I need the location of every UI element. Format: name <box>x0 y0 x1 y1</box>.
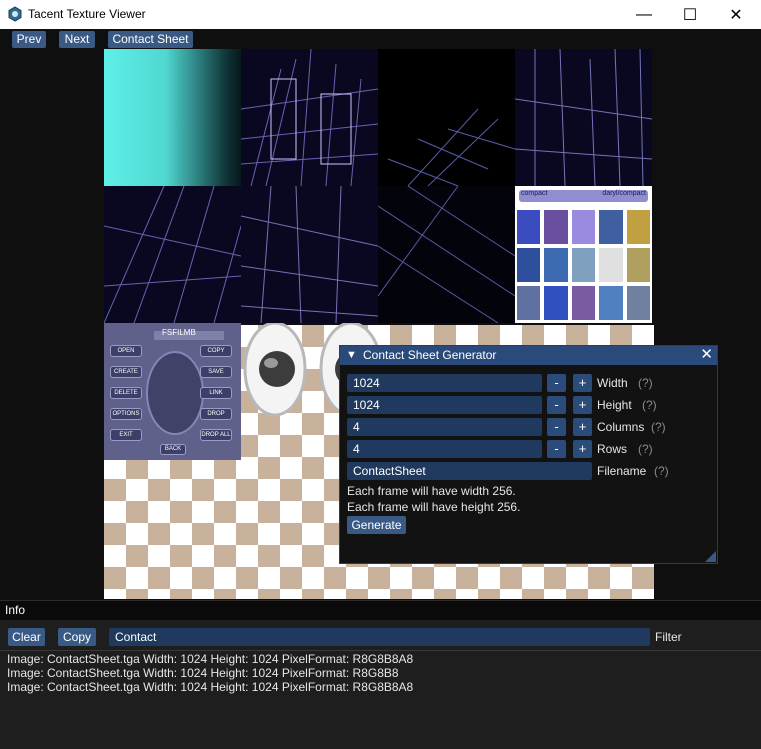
height-decrement-button[interactable]: - <box>547 396 566 414</box>
filename-help[interactable]: (?) <box>654 462 669 480</box>
atlas-tile-grid <box>378 49 515 186</box>
height-help[interactable]: (?) <box>642 396 657 414</box>
contact-sheet-dialog: ▼ Contact Sheet Generator ✕ 1024 - + Wid… <box>339 345 718 564</box>
columns-label: Columns <box>597 420 645 434</box>
menu-button-exit: EXIT <box>110 429 142 441</box>
menu-button-save: SAVE <box>200 366 232 378</box>
width-increment-button[interactable]: + <box>573 374 592 392</box>
menu-button-open: OPEN <box>110 345 142 357</box>
resize-grip-icon[interactable] <box>705 551 716 562</box>
atlas-tile-menu: FSFILMB OPEN COPY CREATE SAVE DELETE LIN… <box>104 323 241 460</box>
width-help[interactable]: (?) <box>638 374 653 392</box>
menu-button-copy: COPY <box>200 345 232 357</box>
columns-help[interactable]: (?) <box>651 418 666 436</box>
collapse-arrow-icon[interactable]: ▼ <box>346 346 357 365</box>
dialog-title-bar[interactable]: ▼ Contact Sheet Generator ✕ <box>340 346 717 365</box>
atlas-tile-city <box>241 49 378 186</box>
filename-label: Filename <box>597 464 647 478</box>
menu-button-drop: DROP <box>200 408 232 420</box>
thumbnail-header-left: compact <box>521 190 548 197</box>
columns-decrement-button[interactable]: - <box>547 418 566 436</box>
rows-increment-button[interactable]: + <box>573 440 592 458</box>
width-decrement-button[interactable]: - <box>547 374 566 392</box>
log-line: Image: ContactSheet.tga Width: 1024 Heig… <box>7 666 399 680</box>
frame-height-message: Each frame will have height 256. <box>347 500 521 514</box>
prev-button[interactable]: Prev <box>12 31 46 48</box>
columns-input[interactable]: 4 <box>347 418 542 436</box>
next-button[interactable]: Next <box>59 31 95 48</box>
thumbnail-header-right: daryl/compact <box>602 190 646 197</box>
minimize-button[interactable]: — <box>621 0 667 29</box>
atlas-tile-city-2 <box>104 186 241 323</box>
contact-sheet-button[interactable]: Contact Sheet <box>108 31 193 48</box>
maximize-button[interactable]: ☐ <box>667 0 713 29</box>
thumbnail-grid <box>517 210 650 320</box>
dialog-close-icon[interactable]: ✕ <box>700 346 713 364</box>
atlas-tile-grid-2 <box>378 186 515 323</box>
filter-label: Filter <box>655 630 682 644</box>
info-panel: Clear Copy Contact Filter Image: Contact… <box>0 620 761 749</box>
height-label: Height <box>597 398 632 412</box>
height-input[interactable]: 1024 <box>347 396 542 414</box>
menu-dial <box>146 351 204 435</box>
log-line: Image: ContactSheet.tga Width: 1024 Heig… <box>7 680 414 694</box>
window-title: Tacent Texture Viewer <box>28 7 146 21</box>
rows-input[interactable]: 4 <box>347 440 542 458</box>
menu-button-drop-all: DROP ALL <box>200 429 232 441</box>
title-bar: Tacent Texture Viewer — ☐ ✕ <box>0 0 761 29</box>
rows-label: Rows <box>597 442 628 456</box>
dialog-title: Contact Sheet Generator <box>363 348 497 362</box>
frame-width-message: Each frame will have width 256. <box>347 484 516 498</box>
info-panel-header: Info <box>0 600 761 620</box>
rows-decrement-button[interactable]: - <box>547 440 566 458</box>
info-title: Info <box>5 603 26 617</box>
atlas-tile-city-3 <box>241 186 378 323</box>
columns-increment-button[interactable]: + <box>573 418 592 436</box>
atlas-tile-towers <box>515 49 652 186</box>
log-line: Image: ContactSheet.tga Width: 1024 Heig… <box>7 652 414 666</box>
menu-button-back: BACK <box>160 444 186 455</box>
width-input[interactable]: 1024 <box>347 374 542 392</box>
menu-header-text: FSFILMB <box>162 328 196 337</box>
menu-button-link: LINK <box>200 387 232 399</box>
width-label: Width <box>597 376 628 390</box>
generate-button[interactable]: Generate <box>347 516 406 534</box>
menu-button-create: CREATE <box>110 366 142 378</box>
menu-button-options: OPTIONS <box>110 408 142 420</box>
rows-help[interactable]: (?) <box>638 440 653 458</box>
filter-input[interactable]: Contact <box>109 628 650 646</box>
divider <box>0 650 761 651</box>
height-increment-button[interactable]: + <box>573 396 592 414</box>
copy-button[interactable]: Copy <box>58 628 96 646</box>
app-logo-icon <box>8 6 22 22</box>
atlas-tile-cyan-gradient <box>104 49 241 186</box>
atlas-tile-thumbnail-grid: compact daryl/compact <box>515 186 652 323</box>
filename-input[interactable]: ContactSheet <box>347 462 592 480</box>
toolbar: Prev Next Contact Sheet <box>0 29 761 49</box>
menu-button-delete: DELETE <box>110 387 142 399</box>
close-button[interactable]: ✕ <box>713 0 759 29</box>
clear-button[interactable]: Clear <box>8 628 45 646</box>
